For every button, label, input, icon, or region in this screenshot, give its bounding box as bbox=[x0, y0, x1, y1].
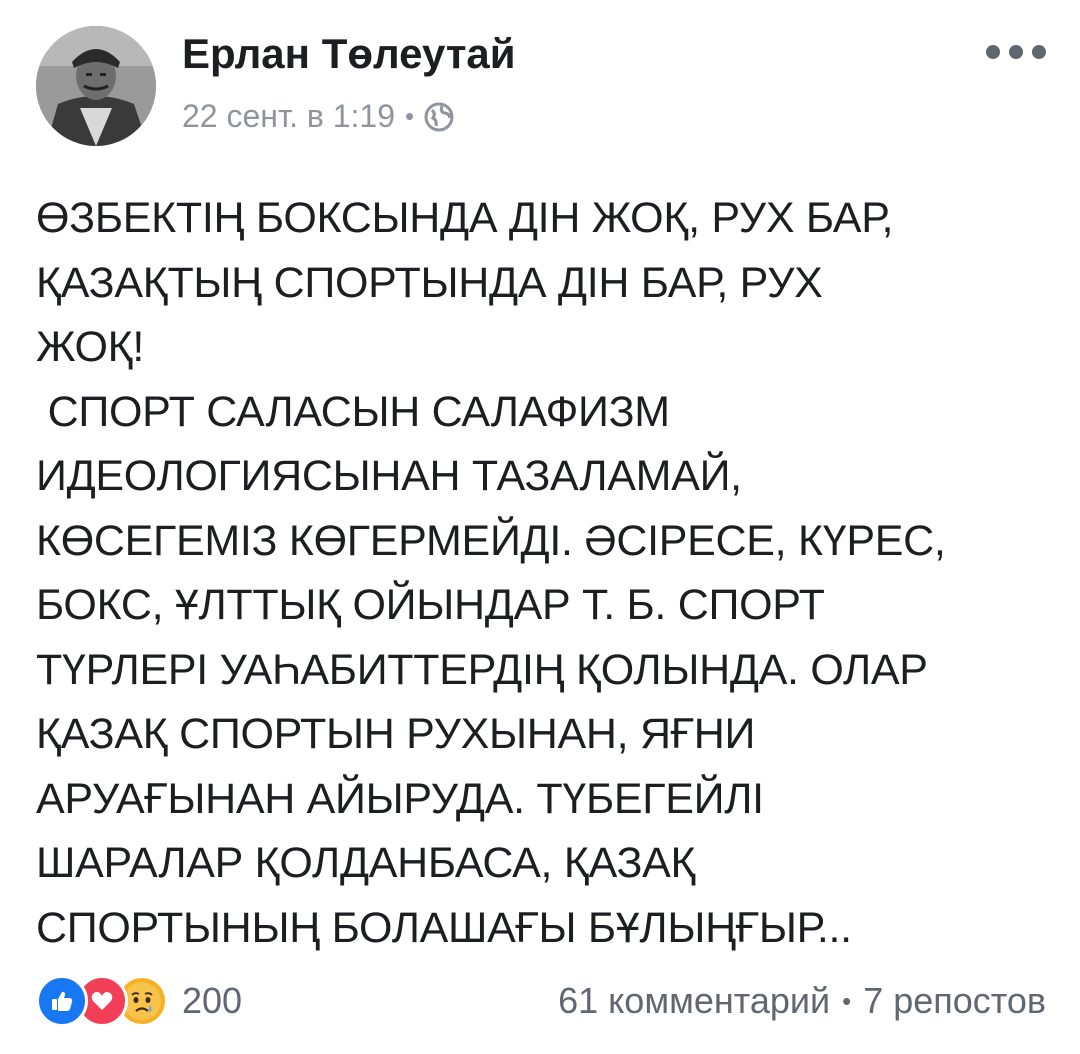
avatar-photo bbox=[36, 26, 156, 146]
post-text-line: ИДЕОЛОГИЯСЫНАН ТАЗАЛАМАЙ, bbox=[36, 452, 742, 500]
dot bbox=[1032, 45, 1046, 59]
post-text-line: АРУАҒЫНАН АЙЫРУДА. ТҮБЕГЕЙЛІ bbox=[36, 774, 764, 823]
post-text-line: СПОРТ САЛАСЫН САЛАФИЗМ bbox=[36, 387, 670, 436]
post-meta: 22 сент. в 1:19 • bbox=[182, 98, 454, 135]
post-text-line: ТҮРЛЕРІ УАҺАБИТТЕРДІҢ ҚОЛЫНДА. ОЛАР bbox=[36, 645, 928, 694]
post-header: Ерлан Төлеутай 22 сент. в 1:19 • bbox=[36, 26, 1046, 148]
reaction-count: 200 bbox=[182, 980, 243, 1021]
dot bbox=[986, 45, 1000, 59]
engagement-stats: 61 комментарий • 7 репостов bbox=[558, 980, 1046, 1022]
post-text-line: ЖОҚ! bbox=[36, 323, 145, 371]
post-text-line: БОКС, ҰЛТТЫҚ ОЙЫНДАР Т. Б. СПОРТ bbox=[36, 581, 825, 629]
post-text-line: ӨЗБЕКТІҢ БОКСЫНДА ДІН ЖОҚ, РУХ БАР, bbox=[36, 194, 894, 242]
reactions-summary[interactable]: 200 bbox=[36, 975, 243, 1027]
post-text-line: ҚАЗАҚ СПОРТЫН РУХЫНАН, ЯҒНИ bbox=[36, 710, 756, 758]
post-body: ӨЗБЕКТІҢ БОКСЫНДА ДІН ЖОҚ, РУХ БАР, ҚАЗА… bbox=[36, 186, 1046, 960]
post-footer: 200 61 комментарий • 7 репостов bbox=[36, 972, 1046, 1028]
dot bbox=[1009, 45, 1023, 59]
avatar[interactable] bbox=[36, 26, 156, 146]
globe-icon[interactable] bbox=[424, 102, 454, 132]
like-icon bbox=[36, 975, 88, 1027]
meta-separator: • bbox=[405, 101, 415, 131]
comments-count-link[interactable]: 61 комментарий bbox=[558, 980, 830, 1022]
author-name[interactable]: Ерлан Төлеутай bbox=[182, 30, 516, 78]
post-text-line: ШАРАЛАР ҚОЛДАНБАСА, ҚАЗАҚ bbox=[36, 839, 696, 887]
post-text-line: КӨСЕГЕМІЗ КӨГЕРМЕЙДІ. ӘСІРЕСЕ, КҮРЕС, bbox=[36, 516, 946, 565]
shares-count-link[interactable]: 7 репостов bbox=[863, 980, 1046, 1022]
post-text-line: ҚАЗАҚТЫҢ СПОРТЫНДА ДІН БАР, РУХ bbox=[36, 258, 823, 307]
post-timestamp[interactable]: 22 сент. в 1:19 bbox=[182, 98, 395, 135]
more-icon[interactable] bbox=[986, 40, 1046, 64]
stats-separator: • bbox=[842, 985, 852, 1016]
post-text-line: СПОРТЫНЫҢ БОЛАШАҒЫ БҰЛЫҢҒЫР... bbox=[36, 903, 852, 952]
